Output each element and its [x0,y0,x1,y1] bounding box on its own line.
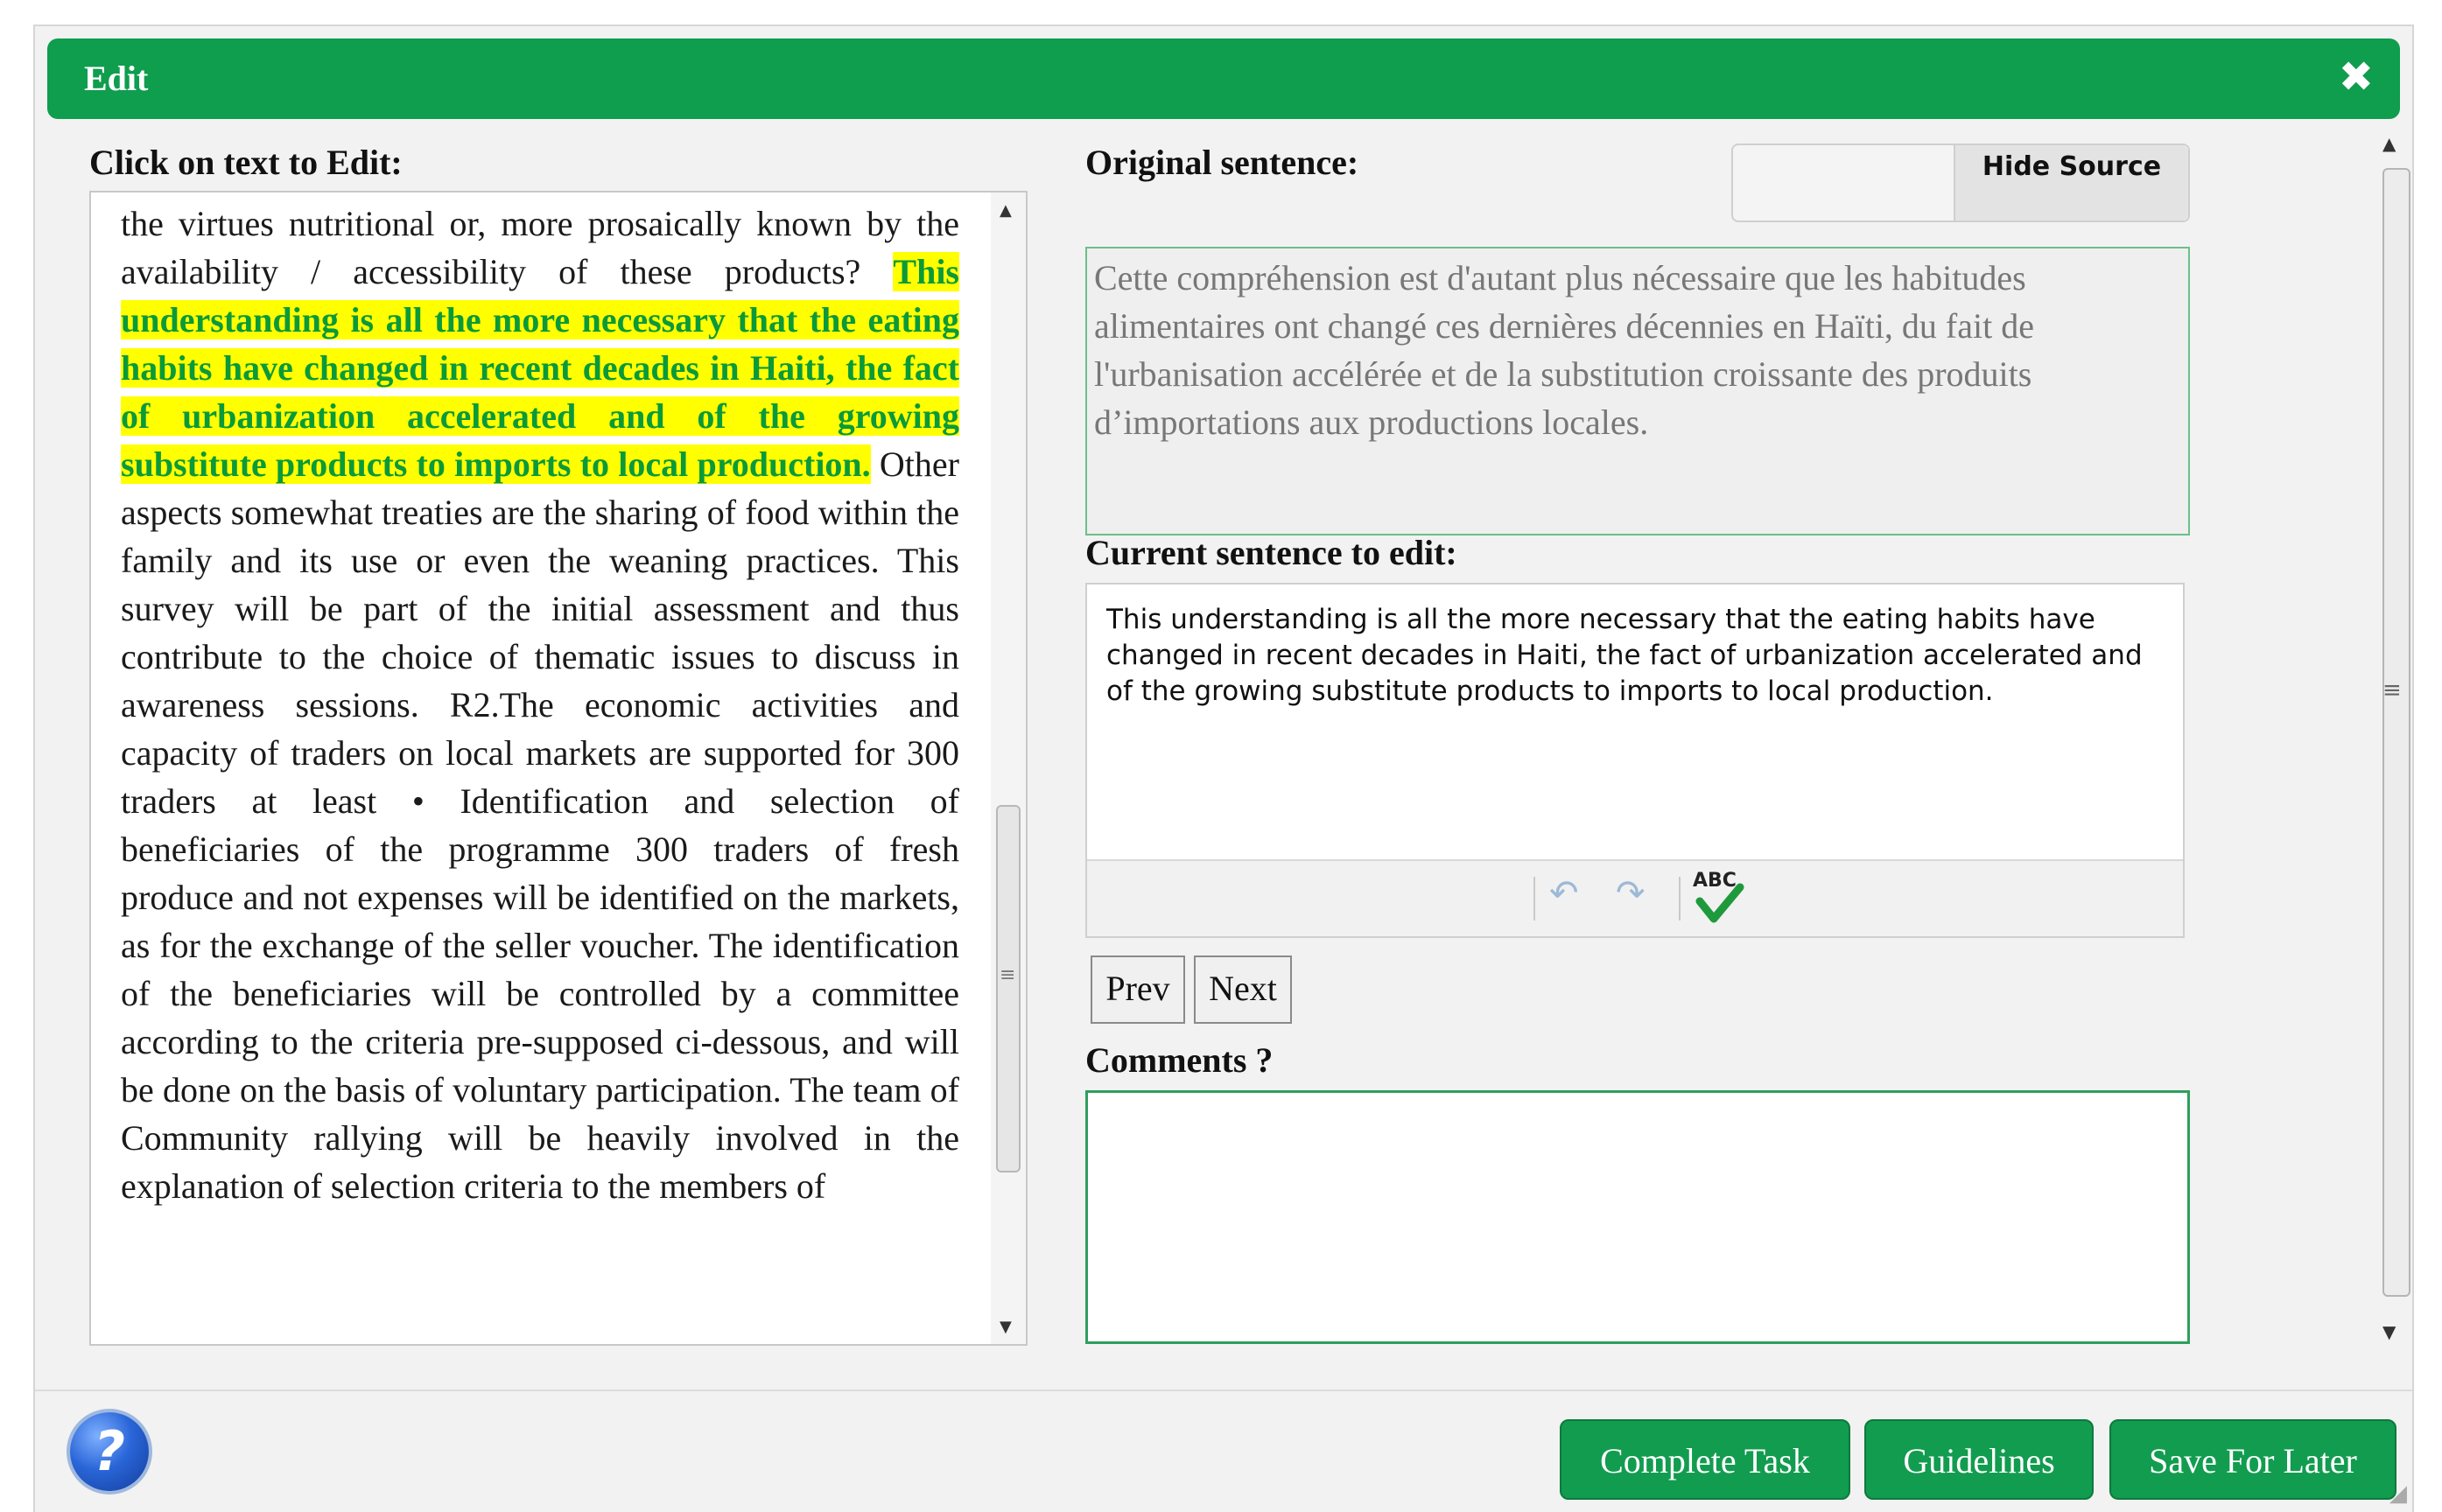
document-text[interactable]: the virtues nutritional or, more prosaic… [121,200,959,1210]
scroll-up-arrow-icon[interactable]: ▲ [2382,133,2396,154]
undo-icon[interactable]: ↶ [1549,873,1579,914]
redo-icon[interactable]: ↷ [1616,873,1646,914]
toolbar-separator [1533,877,1535,920]
dialog-scrollbar[interactable]: ▲ ≡ ▼ [2375,126,2410,1349]
scroll-down-arrow-icon[interactable]: ▼ [2382,1321,2396,1342]
close-icon[interactable]: ✖ [2339,52,2374,102]
editor-toolbar: ↶ ↷ ABC [1087,859,2183,936]
scrollbar-grip-icon: ≡ [1000,964,1016,986]
dialog-titlebar: Edit ✖ [47,38,2400,119]
comments-textarea[interactable] [1085,1090,2190,1344]
scrollbar-grip-icon: ≡ [2382,677,2402,704]
scroll-up-arrow-icon[interactable]: ▲ [1000,201,1012,220]
toolbar-separator [1679,877,1681,920]
prev-button[interactable]: Prev [1091,956,1185,1024]
text-pane-scroll-thumb[interactable] [996,805,1021,1172]
sentence-edit-field[interactable]: This understanding is all the more neces… [1106,602,2160,710]
guidelines-button[interactable]: Guidelines [1864,1419,2094,1500]
text-after-segment[interactable]: Other aspects somewhat treaties are the … [121,444,959,1206]
checkmark-icon [1695,883,1744,923]
hide-source-control: Hide Source [1731,144,2190,222]
complete-task-button[interactable]: Complete Task [1560,1419,1850,1500]
scroll-down-arrow-icon[interactable]: ▼ [1000,1318,1012,1336]
scrollbar-thumb[interactable] [2382,168,2410,1297]
dialog-title: Edit [84,59,149,98]
spellcheck-icon[interactable]: ABC [1689,868,1747,926]
edit-dialog: Edit ✖ ▲ ≡ ▼ Click on text to Edit: the … [33,24,2414,1512]
current-sentence-label: Current sentence to edit: [1085,533,1457,572]
click-to-edit-label: Click on text to Edit: [89,143,403,182]
original-sentence-label: Original sentence: [1085,143,1359,182]
text-before-segment[interactable]: the virtues nutritional or, more prosaic… [121,204,959,291]
next-button[interactable]: Next [1194,956,1292,1024]
document-text-pane[interactable]: the virtues nutritional or, more prosaic… [89,191,1028,1346]
text-pane-scrollbar[interactable]: ▲ ≡ ▼ [991,192,1026,1344]
original-sentence-box: Cette compréhension est d'autant plus né… [1085,247,2190,536]
save-for-later-button[interactable]: Save For Later [2109,1419,2396,1500]
comments-label: Comments ? [1085,1040,1274,1080]
help-icon[interactable]: ? [70,1412,149,1491]
hide-source-button[interactable]: Hide Source [1954,145,2188,220]
sentence-editor[interactable]: This understanding is all the more neces… [1085,583,2185,938]
footer-divider [35,1390,2412,1391]
